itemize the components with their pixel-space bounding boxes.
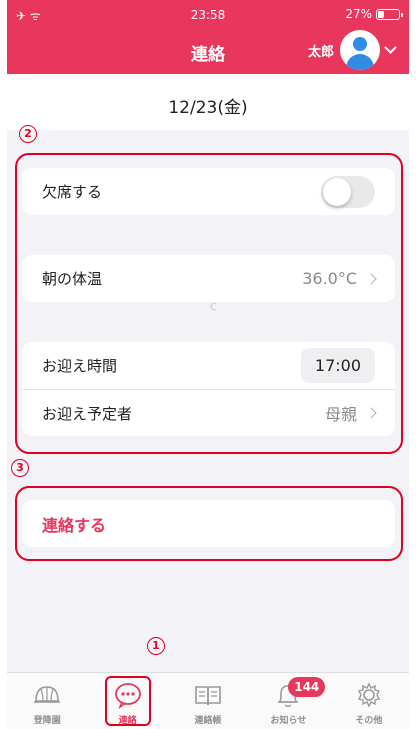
tab-bar: 登降園 連絡 連絡帳 144 お知らせ その他 [7,672,409,729]
app-header: ✈ ᯤ 23:58 27% 連絡 太郎 [7,0,409,74]
annotation-box-3 [15,486,403,561]
gear-icon [357,682,380,708]
current-date: 12/23(金) [168,98,248,118]
tab-label: 登降園 [33,716,61,726]
tab-other[interactable]: その他 [329,673,409,729]
tab-label: 連絡帳 [194,716,222,726]
tab-attendance[interactable]: 登降園 [7,673,87,729]
notification-badge: 144 [288,677,326,697]
user-switcher[interactable]: 太郎 [307,30,397,70]
annotation-number-2: 2 [19,125,37,143]
tab-contact[interactable]: 連絡 [87,673,167,729]
tab-notebook[interactable]: 連絡帳 [168,673,248,729]
battery-percent: 27% [345,7,372,21]
battery-indicator: 27% [345,7,403,21]
annotation-box-2 [15,153,403,454]
tab-label: お知らせ [270,716,307,726]
tab-label: その他 [355,716,383,726]
annotation-box-1 [105,676,152,726]
date-bar: 12/23(金) [7,74,409,130]
app-screen: ✈ ᯤ 23:58 27% 連絡 太郎 12/23(金) 欠席する 朝の体温 3… [7,0,409,729]
tab-notifications[interactable]: 144 お知らせ [248,673,328,729]
book-icon [195,686,221,706]
annotation-number-1: 1 [147,637,165,655]
annotation-number-3: 3 [11,459,29,477]
user-name: 太郎 [307,44,334,60]
avatar-icon [340,30,380,70]
battery-icon [376,8,403,20]
status-bar: ✈ ᯤ 23:58 27% [7,0,409,26]
chevron-down-icon [384,41,397,54]
helmet-icon [34,686,61,703]
